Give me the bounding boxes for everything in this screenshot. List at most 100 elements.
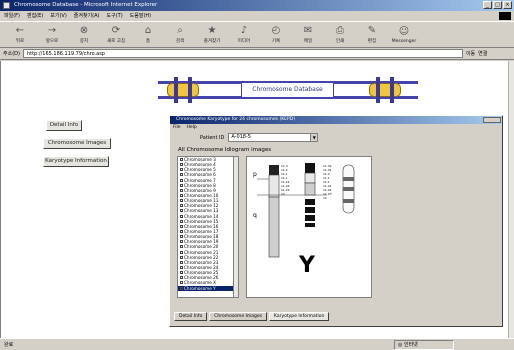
- address-bar: 주소(D) 이동 연결: [0, 48, 514, 60]
- chromosome-banner: Chromosome Database: [158, 77, 418, 103]
- links-button[interactable]: 연결: [478, 50, 487, 57]
- browser-toolbar: ← 뒤로 → 앞으로 ⊗ 중지 ⟳ 새로 고침 ⌂ 홈 ⌕ 검색 ★ 즐겨찾기 ♪ 미디어 ◴ 기록 ✉ 메일 ⎙ 인쇄 ✎…: [0, 21, 514, 48]
- address-input[interactable]: [22, 49, 463, 58]
- refresh-icon: ⟳: [111, 25, 121, 36]
- favorites-icon: ★: [207, 25, 217, 36]
- menu-tools[interactable]: 도구(T): [107, 11, 123, 21]
- idiogram-heading: All Chromosome Idiogram images: [178, 147, 272, 153]
- toolbar-button-1[interactable]: → 앞으로: [36, 22, 68, 48]
- home-icon: ⌂: [144, 25, 152, 36]
- toolbar-button-9[interactable]: ✉ 메일: [292, 22, 324, 48]
- tab-chromosome-images[interactable]: Chromosome Images: [209, 312, 267, 321]
- checkbox-icon[interactable]: [180, 266, 183, 270]
- media-icon: ♪: [240, 25, 248, 36]
- chromosome-list[interactable]: Chromosome 3 Chromosome 4 Chromosome 5 Chro…: [177, 156, 239, 298]
- chromosome-images-button[interactable]: Chromosome Images: [43, 138, 111, 149]
- menu-view[interactable]: 보기(V): [50, 11, 67, 21]
- close-button[interactable]: ×: [503, 1, 512, 9]
- toolbar-label: 뒤로: [15, 39, 25, 44]
- chromosome-idiogram-image: p q 11.3 11.2 11.1 11.1 11.21 11.22 11.23 12 11…: [246, 156, 372, 298]
- toolbar-button-3[interactable]: ⟳ 새로 고침: [100, 22, 132, 48]
- chevron-down-icon[interactable]: ▼: [310, 134, 318, 141]
- toolbar-label: 새로 고침: [107, 39, 125, 44]
- detail-info-button[interactable]: Detail Info: [46, 120, 82, 131]
- banner-title: Chromosome Database: [241, 82, 334, 98]
- patient-select[interactable]: A-018-5 ▼: [228, 133, 319, 142]
- list-item[interactable]: Chromosome Y: [178, 285, 238, 291]
- checkbox-icon[interactable]: [180, 224, 183, 228]
- checkbox-icon[interactable]: [180, 199, 183, 203]
- idiogram-bands-left: 11.3 11.2 11.1 11.1 11.21 11.22 11.23 12: [281, 164, 303, 196]
- history-icon: ◴: [271, 25, 281, 36]
- page-vertical-scrollbar[interactable]: [508, 61, 514, 338]
- print-icon: ⎙: [336, 25, 344, 36]
- idiogram-bands-right: 11.32 11.31 11.2 11.1 11.1 11.21 11.22 11.23 12: [323, 164, 343, 200]
- checkbox-icon[interactable]: [180, 230, 183, 234]
- checkbox-icon[interactable]: [180, 183, 183, 187]
- toolbar-button-10[interactable]: ⎙ 인쇄: [324, 22, 356, 48]
- toolbar-button-5[interactable]: ⌕ 검색: [164, 22, 196, 48]
- checkbox-icon[interactable]: [180, 281, 183, 285]
- banner-chromosome-left: [164, 77, 202, 103]
- checkbox-icon[interactable]: [180, 271, 183, 275]
- checkbox-icon[interactable]: [180, 250, 183, 254]
- checkbox-icon[interactable]: [180, 209, 183, 213]
- karyotype-window: Chromosome Karyotype for 24 chromosomes …: [169, 115, 503, 327]
- window-title-bar: Chromosome Database - Microsoft Internet…: [0, 0, 514, 11]
- toolbar-button-6[interactable]: ★ 즐겨찾기: [196, 22, 228, 48]
- checkbox-icon[interactable]: [180, 173, 183, 177]
- karyotype-window-controls[interactable]: [483, 117, 501, 123]
- checkbox-icon[interactable]: [180, 286, 183, 290]
- toolbar-label: 검색: [175, 39, 185, 44]
- checkbox-icon[interactable]: [180, 240, 183, 244]
- patient-select-row: Patient ID A-018-5 ▼: [200, 133, 319, 142]
- toolbar-button-11[interactable]: ✎ 편집: [356, 22, 388, 48]
- toolbar-button-0[interactable]: ← 뒤로: [4, 22, 36, 48]
- karyotype-menu-file[interactable]: File: [173, 124, 181, 131]
- checkbox-icon[interactable]: [180, 276, 183, 280]
- menu-help[interactable]: 도움말(H): [130, 11, 151, 21]
- go-button[interactable]: 이동: [466, 50, 475, 57]
- menu-edit[interactable]: 편집(E): [27, 11, 43, 21]
- toolbar-label: 홈: [145, 39, 151, 44]
- checkbox-icon[interactable]: [180, 194, 183, 198]
- ie-app-icon: [3, 2, 10, 9]
- status-text: 완료: [4, 342, 14, 348]
- checkbox-icon[interactable]: [180, 158, 183, 162]
- windows-logo-icon: [499, 12, 511, 20]
- checkbox-icon[interactable]: [180, 245, 183, 249]
- toolbar-button-4[interactable]: ⌂ 홈: [132, 22, 164, 48]
- band-label: 12: [281, 192, 285, 196]
- karyotype-information-button[interactable]: Karyotype Information: [43, 156, 109, 167]
- checkbox-icon[interactable]: [180, 260, 183, 264]
- checkbox-icon[interactable]: [180, 168, 183, 172]
- checkbox-icon[interactable]: [180, 214, 183, 218]
- tab-detail-info[interactable]: Detail Info: [174, 312, 208, 321]
- checkbox-icon[interactable]: [180, 163, 183, 167]
- checkbox-icon[interactable]: [180, 178, 183, 182]
- page-content: Chromosome Database Detail Info Chromoso…: [0, 61, 508, 338]
- toolbar-button-7[interactable]: ♪ 미디어: [228, 22, 260, 48]
- toolbar-button-8[interactable]: ◴ 기록: [260, 22, 292, 48]
- toolbar-label: 중지: [79, 39, 89, 44]
- toolbar-button-12[interactable]: ☺ Messenger: [388, 22, 420, 48]
- karyotype-menu-help[interactable]: Help: [187, 124, 197, 131]
- tab-karyotype-information[interactable]: Karyotype Information: [268, 312, 330, 321]
- chromosome-list-scrollbar[interactable]: [233, 156, 239, 298]
- menu-file[interactable]: 파일(F): [4, 11, 20, 21]
- menu-favorites[interactable]: 즐겨찾기(A): [74, 11, 100, 21]
- minimize-button[interactable]: _: [483, 1, 492, 9]
- checkbox-icon[interactable]: [180, 219, 183, 223]
- stop-icon: ⊗: [79, 25, 89, 36]
- toolbar-label: 메일: [303, 39, 313, 44]
- karyotype-tabs: Detail Info Chromosome Images Karyotype …: [174, 312, 330, 321]
- checkbox-icon[interactable]: [180, 255, 183, 259]
- banner-chromosome-right: [366, 77, 404, 103]
- maximize-button[interactable]: □: [493, 1, 502, 9]
- checkbox-icon[interactable]: [180, 188, 183, 192]
- messenger-icon: ☺: [398, 25, 410, 37]
- checkbox-icon[interactable]: [180, 204, 183, 208]
- edit-icon: ✎: [367, 25, 377, 36]
- checkbox-icon[interactable]: [180, 235, 183, 239]
- toolbar-button-2[interactable]: ⊗ 중지: [68, 22, 100, 48]
